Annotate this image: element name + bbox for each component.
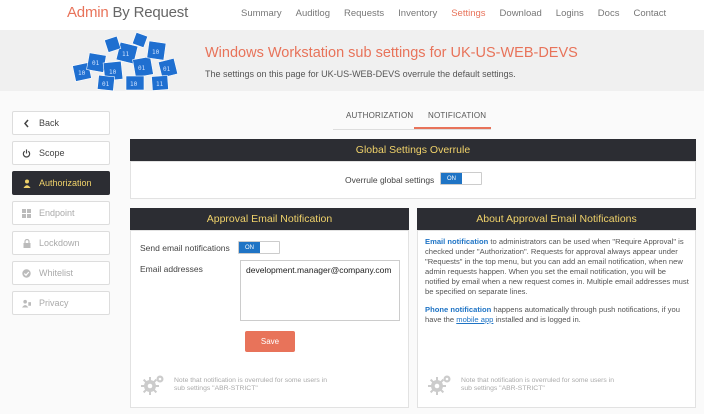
sidebar-item-scope[interactable]: Scope xyxy=(12,141,110,165)
user-icon xyxy=(22,179,31,188)
tab-notification[interactable]: NOTIFICATION xyxy=(428,111,486,120)
sidebar-item-label: Endpoint xyxy=(39,208,75,218)
page-title: Windows Workstation sub settings for UK-… xyxy=(205,45,578,61)
nav-docs[interactable]: Docs xyxy=(598,8,620,19)
sidebar-item-label: Authorization xyxy=(39,178,92,188)
about-text: Email notification to administrators can… xyxy=(425,237,689,333)
mobile-app-link[interactable]: mobile app xyxy=(456,315,493,324)
section-title: Global Settings Overrule xyxy=(355,144,471,156)
email-addresses-input[interactable]: development.manager@company.com xyxy=(240,260,400,321)
nav-download[interactable]: Download xyxy=(500,8,542,19)
active-tab-indicator xyxy=(414,127,491,129)
sidebar-item-authorization[interactable]: Authorization xyxy=(12,171,110,195)
about-header: About Approval Email Notifications xyxy=(417,208,696,230)
sidebar-item-endpoint[interactable]: Endpoint xyxy=(12,201,110,225)
sidebar-item-label: Scope xyxy=(39,148,65,158)
sidebar-item-label: Whitelist xyxy=(39,268,74,278)
binary-cubes-illustration: 10 01 10 11 01 10 01 01 10 11 xyxy=(72,32,179,92)
check-circle-icon xyxy=(22,268,31,278)
sidebar-item-privacy[interactable]: Privacy xyxy=(12,291,110,315)
nav-requests[interactable]: Requests xyxy=(344,8,384,19)
tabs-divider xyxy=(333,129,491,130)
chevron-left-icon xyxy=(22,119,31,128)
lock-icon xyxy=(22,238,31,248)
global-settings-header: Global Settings Overrule xyxy=(130,139,696,161)
page-header: 10 01 10 11 01 10 01 01 10 11 Windows Workstat… xyxy=(0,30,704,92)
sidebar-item-back[interactable]: Back xyxy=(12,111,110,135)
toggle-on-state: ON xyxy=(441,173,462,184)
sidebar-item-label: Lockdown xyxy=(39,238,80,248)
overrule-label: Overrule global settings xyxy=(345,175,435,185)
power-icon xyxy=(22,148,31,158)
svg-text:01: 01 xyxy=(102,81,110,88)
section-title: About Approval Email Notifications xyxy=(476,213,637,225)
tab-authorization[interactable]: AUTHORIZATION xyxy=(346,111,413,120)
svg-text:10: 10 xyxy=(78,70,86,77)
svg-text:10: 10 xyxy=(152,49,160,56)
gear-icon xyxy=(428,375,451,395)
page-subtitle: The settings on this page for UK-US-WEB-… xyxy=(205,69,516,79)
toggle-on-state: ON xyxy=(239,242,260,253)
send-email-toggle[interactable]: ON xyxy=(238,241,280,254)
svg-text:01: 01 xyxy=(138,65,146,72)
override-note: Note that notification is overruled for … xyxy=(174,377,328,392)
svg-text:10: 10 xyxy=(130,81,138,88)
sidebar-item-whitelist[interactable]: Whitelist xyxy=(12,261,110,285)
email-notification-link[interactable]: Email notification xyxy=(425,237,488,246)
svg-text:01: 01 xyxy=(163,66,171,73)
nav-logins[interactable]: Logins xyxy=(556,8,584,19)
svg-text:01: 01 xyxy=(92,60,100,67)
user-secret-icon xyxy=(22,299,31,308)
svg-text:11: 11 xyxy=(122,51,130,58)
app-logo[interactable]: Admin By Request xyxy=(67,4,188,21)
svg-text:10: 10 xyxy=(109,69,117,76)
send-email-label: Send email notifications xyxy=(140,243,230,253)
sidebar-item-label: Back xyxy=(39,118,60,128)
about-paragraph-phone: Phone notification happens automatically… xyxy=(425,305,680,324)
nav-contact[interactable]: Contact xyxy=(633,8,666,19)
sidebar-item-label: Privacy xyxy=(39,298,69,308)
section-title: Approval Email Notification xyxy=(206,213,333,225)
about-paragraph-email: Email notification to administrators can… xyxy=(425,237,689,296)
overrule-toggle[interactable]: ON xyxy=(440,172,482,185)
save-button[interactable]: Save xyxy=(245,331,295,352)
email-addresses-label: Email addresses xyxy=(140,264,203,274)
phone-notification-link[interactable]: Phone notification xyxy=(425,305,491,314)
gear-icon xyxy=(141,375,164,395)
nav-auditlog[interactable]: Auditlog xyxy=(296,8,330,19)
main-nav: Summary Auditlog Requests Inventory Sett… xyxy=(241,8,680,19)
top-navbar: Admin By Request Summary Auditlog Reques… xyxy=(0,0,704,30)
override-note: Note that notification is overruled for … xyxy=(461,377,615,392)
nav-settings[interactable]: Settings xyxy=(451,8,485,19)
nav-summary[interactable]: Summary xyxy=(241,8,282,19)
svg-text:11: 11 xyxy=(156,81,164,88)
windows-icon xyxy=(22,208,31,218)
sidebar-item-lockdown[interactable]: Lockdown xyxy=(12,231,110,255)
nav-inventory[interactable]: Inventory xyxy=(398,8,437,19)
approval-email-header: Approval Email Notification xyxy=(130,208,409,230)
